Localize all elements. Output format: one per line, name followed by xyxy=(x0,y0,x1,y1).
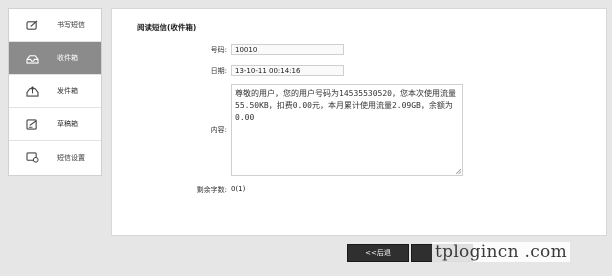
sidebar: 书写短信 收件箱 发件箱 草稿箱 短信设置 xyxy=(8,8,102,176)
watermark: tplogincn .com xyxy=(432,242,571,262)
content-text: 尊敬的用户，您的用户号码为14535530520，您本次使用流量55.50KB，… xyxy=(235,89,456,122)
content-label: 内容: xyxy=(210,126,227,134)
sidebar-item-compose[interactable]: 书写短信 xyxy=(9,9,101,42)
sidebar-item-label: 书写短信 xyxy=(57,21,85,29)
sidebar-item-sms-settings[interactable]: 短信设置 xyxy=(9,141,101,174)
sidebar-item-drafts[interactable]: 草稿箱 xyxy=(9,108,101,141)
date-label: 日期: xyxy=(210,67,227,75)
inbox-icon xyxy=(24,52,40,64)
remaining-count: 0(1) xyxy=(231,185,246,193)
number-label: 号码: xyxy=(210,46,227,54)
sms-settings-icon xyxy=(24,152,40,164)
message-panel: 阅读短信(收件箱) 号码: 10010 日期: 13-10-11 00:14:1… xyxy=(111,8,607,236)
number-field: 10010 xyxy=(231,44,344,55)
resize-handle-icon[interactable] xyxy=(455,168,461,174)
page-title: 阅读短信(收件箱) xyxy=(137,23,197,32)
remaining-label: 剩余字数: xyxy=(196,186,227,194)
sidebar-item-label: 草稿箱 xyxy=(57,120,78,128)
back-button[interactable]: <<后退 xyxy=(347,244,409,262)
compose-icon xyxy=(24,19,40,31)
sidebar-item-label: 发件箱 xyxy=(57,87,78,95)
sidebar-item-label: 收件箱 xyxy=(57,54,78,62)
sidebar-item-outbox[interactable]: 发件箱 xyxy=(9,75,101,108)
sidebar-item-label: 短信设置 xyxy=(57,153,85,162)
outbox-icon xyxy=(24,85,40,97)
sidebar-item-inbox[interactable]: 收件箱 xyxy=(9,42,101,75)
content-textarea[interactable]: 尊敬的用户，您的用户号码为14535530520，您本次使用流量55.50KB，… xyxy=(231,84,463,176)
drafts-icon xyxy=(24,118,40,130)
date-field: 13-10-11 00:14:16 xyxy=(231,65,344,76)
